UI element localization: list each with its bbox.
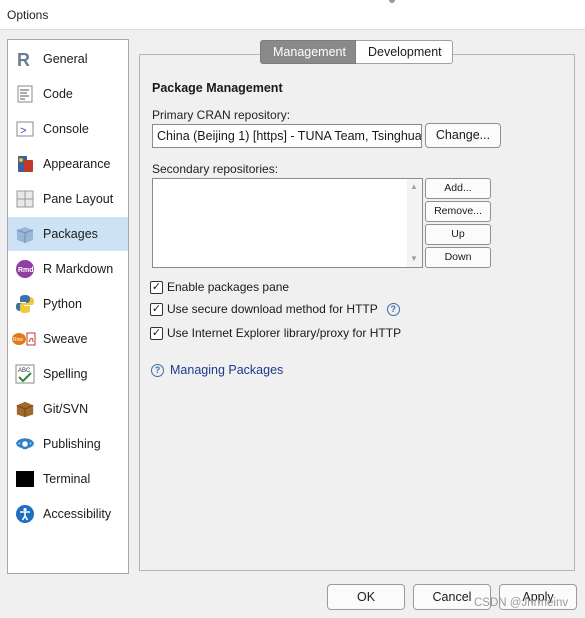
ie-proxy-option[interactable]: ✓ Use Internet Explorer library/proxy fo… <box>150 325 401 341</box>
svg-text:>: > <box>20 126 27 138</box>
sweave-icon: Rnw <box>11 329 37 349</box>
sidebar-item-publishing[interactable]: Publishing <box>8 427 128 461</box>
options-sidebar: R General Code > Console Appearance Pane… <box>7 39 129 574</box>
publishing-icon <box>15 434 35 454</box>
sidebar-item-label: R Markdown <box>43 262 114 276</box>
sidebar-item-label: Packages <box>43 227 98 241</box>
sidebar-item-label: Sweave <box>43 332 88 346</box>
ie-proxy-checkbox[interactable]: ✓ <box>150 326 163 340</box>
sidebar-item-terminal[interactable]: Terminal <box>8 462 128 496</box>
sidebar-item-label: Spelling <box>43 367 88 381</box>
add-button[interactable]: Add... <box>425 178 491 199</box>
svg-text:Rnw: Rnw <box>13 337 23 343</box>
sidebar-item-sweave[interactable]: Rnw Sweave <box>8 322 128 356</box>
up-button[interactable]: Up <box>425 224 491 245</box>
accessibility-icon <box>15 504 35 524</box>
sidebar-item-python[interactable]: Python <box>8 287 128 321</box>
sidebar-item-label: Python <box>43 297 82 311</box>
sidebar-item-packages[interactable]: Packages <box>8 217 128 251</box>
ok-button[interactable]: OK <box>327 584 405 610</box>
sidebar-item-label: Git/SVN <box>43 402 89 416</box>
window-title: Options <box>7 8 49 22</box>
sidebar-item-r-markdown[interactable]: Rmd R Markdown <box>8 252 128 286</box>
sidebar-item-label: Terminal <box>43 472 91 486</box>
sidebar-item-label: Console <box>43 122 89 136</box>
code-icon <box>15 84 35 104</box>
sidebar-item-label: Code <box>43 87 73 101</box>
terminal-icon <box>15 469 35 489</box>
tab-management[interactable]: Management <box>260 40 356 64</box>
sidebar-item-code[interactable]: Code <box>8 77 128 111</box>
svg-text:R: R <box>17 50 30 69</box>
remove-button[interactable]: Remove... <box>425 201 491 222</box>
rmd-icon: Rmd <box>15 259 35 279</box>
checkbox-label: Use secure download method for HTTP <box>167 302 378 316</box>
sidebar-item-label: Appearance <box>43 157 111 171</box>
cran-repository-label: Primary CRAN repository: <box>152 108 291 122</box>
change-button[interactable]: Change... <box>425 123 501 148</box>
sidebar-item-general[interactable]: R General <box>8 42 128 76</box>
help-icon: ? <box>151 363 164 377</box>
checkbox-label: Enable packages pane <box>167 280 290 294</box>
sidebar-item-accessibility[interactable]: Accessibility <box>8 497 128 531</box>
title-bar: Options <box>0 0 585 30</box>
svg-text:ABC: ABC <box>18 368 31 374</box>
link-label: Managing Packages <box>170 363 284 377</box>
sidebar-item-label: Publishing <box>43 437 101 451</box>
python-icon <box>15 294 35 314</box>
sidebar-item-pane-layout[interactable]: Pane Layout <box>8 182 128 216</box>
title-bar-indicator <box>389 0 395 3</box>
help-icon[interactable]: ? <box>386 302 400 316</box>
sidebar-item-appearance[interactable]: Appearance <box>8 147 128 181</box>
secure-download-option[interactable]: ✓ Use secure download method for HTTP ? <box>150 301 400 317</box>
git-svn-icon <box>15 399 35 419</box>
scroll-down-icon[interactable]: ▼ <box>410 254 418 263</box>
pane-layout-icon <box>15 189 35 209</box>
sidebar-item-label: Accessibility <box>43 507 112 521</box>
sidebar-item-git-svn[interactable]: Git/SVN <box>8 392 128 426</box>
watermark: CSDN @Jnrmeinv <box>474 597 569 609</box>
scroll-up-icon[interactable]: ▲ <box>410 182 418 191</box>
secure-download-checkbox[interactable]: ✓ <box>150 302 163 316</box>
down-button[interactable]: Down <box>425 247 491 268</box>
packages-icon <box>15 224 35 244</box>
secondary-repositories-label: Secondary repositories: <box>152 162 279 176</box>
sidebar-item-label: General <box>43 52 88 66</box>
enable-packages-pane-checkbox[interactable]: ✓ <box>150 280 163 294</box>
appearance-icon <box>15 154 35 174</box>
managing-packages-link[interactable]: ? Managing Packages <box>151 363 283 377</box>
secondary-repositories-list[interactable]: ▲ ▼ <box>152 178 423 268</box>
tab-bar: Management Development <box>260 40 453 64</box>
spelling-icon: ABC <box>15 364 35 384</box>
console-icon: > <box>15 119 35 139</box>
enable-packages-pane-option[interactable]: ✓ Enable packages pane <box>150 279 289 295</box>
svg-text:Rmd: Rmd <box>18 267 34 274</box>
sidebar-item-console[interactable]: > Console <box>8 112 128 146</box>
checkbox-label: Use Internet Explorer library/proxy for … <box>167 326 402 340</box>
sidebar-item-label: Pane Layout <box>43 192 114 206</box>
section-heading: Package Management <box>152 81 283 95</box>
sidebar-item-spelling[interactable]: ABC Spelling <box>8 357 128 391</box>
cran-repository-field[interactable]: China (Beijing 1) [https] - TUNA Team, T… <box>152 124 422 148</box>
r-logo-icon: R <box>15 49 35 69</box>
list-scrollbar[interactable]: ▲ ▼ <box>407 179 422 267</box>
tab-development[interactable]: Development <box>356 40 453 64</box>
